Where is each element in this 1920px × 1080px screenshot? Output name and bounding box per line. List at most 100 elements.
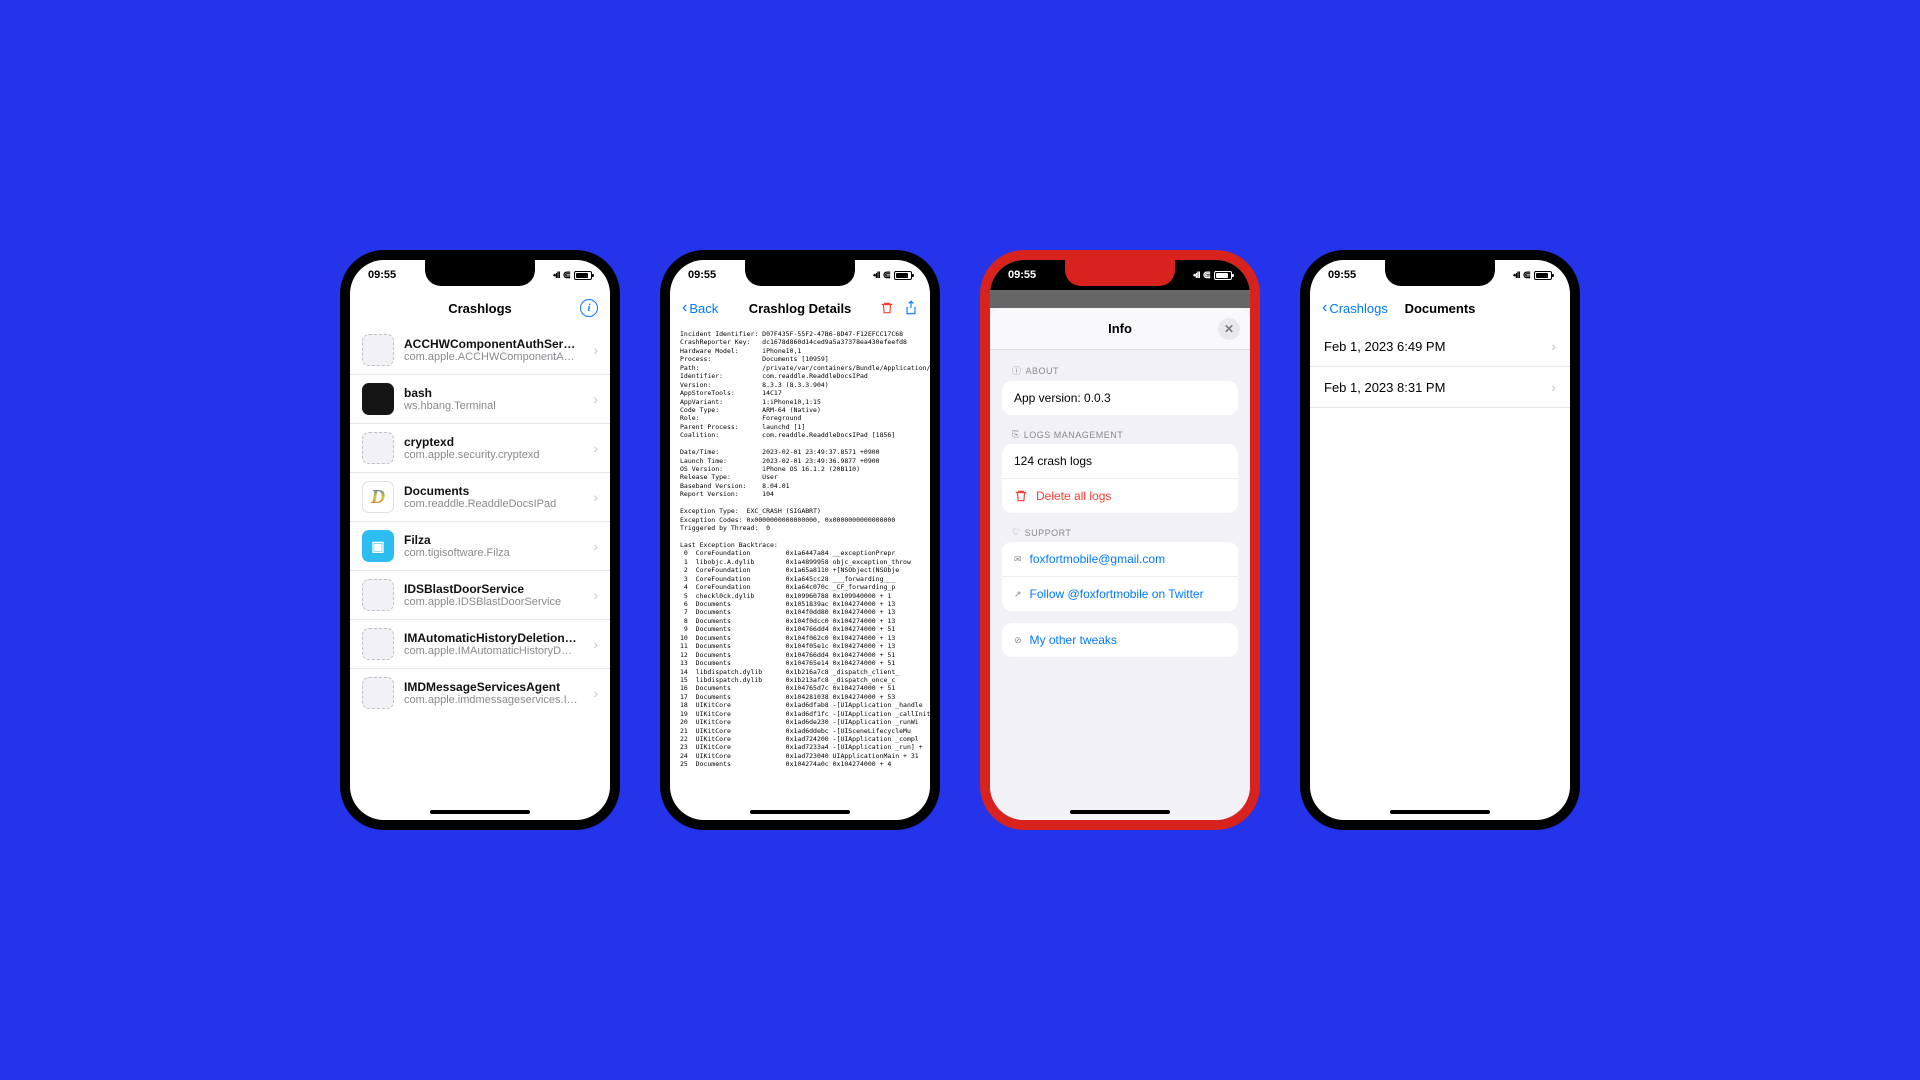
section-about: ⓘ ABOUT [990,350,1250,381]
status-time: 09:55 [1008,269,1058,281]
app-bundle-id: com.apple.IMAutomaticHistoryD… [404,645,583,657]
app-icon [362,579,394,611]
modal-title: Info [1108,321,1132,336]
app-version-row: App version: 0.0.3 [1002,381,1238,415]
back-button[interactable]: ‹ Crashlogs [1322,299,1382,317]
app-title: bash [404,386,583,400]
chevron-left-icon: ‹ [1322,299,1327,317]
delete-all-button[interactable]: Delete all logs [1002,479,1238,513]
app-row[interactable]: ▣ Filza com.tigisoftware.Filza › [350,522,610,571]
app-row[interactable]: ACCHWComponentAuthSer… com.apple.ACCHWCo… [350,326,610,375]
app-bundle-id: com.apple.ACCHWComponentA… [404,351,583,363]
email-text: foxfortmobile@gmail.com [1030,552,1166,566]
signal-icon: •ıll [553,270,560,280]
app-bundle-id: com.apple.imdmessageservices.I… [404,694,583,706]
filza-icon: ▣ [362,530,394,562]
support-icon: ♡ [1012,527,1021,538]
phone-2: 09:55 •ıll ⋐ ‹ Back Crashlog Details [660,250,940,830]
page-title: Crashlogs [448,301,512,316]
navbar: ‹ Crashlogs Documents [1310,290,1570,326]
status-time: 09:55 [368,269,418,281]
app-title: IDSBlastDoorService [404,582,583,596]
chevron-right-icon: › [593,636,598,652]
terminal-icon [362,383,394,415]
app-row[interactable]: IMAutomaticHistoryDeletion… com.apple.IM… [350,620,610,669]
chevron-right-icon: › [593,440,598,456]
info-icon: ⓘ [1012,364,1022,377]
twitter-row[interactable]: ↗ Follow @foxfortmobile on Twitter [1002,577,1238,611]
signal-icon: •ıll [1193,270,1200,280]
app-bundle-id: com.tigisoftware.Filza [404,547,583,559]
wifi-icon: ⋐ [883,270,891,281]
chevron-right-icon: › [1551,338,1556,354]
mail-icon: ✉ [1014,554,1022,565]
log-timestamp: Feb 1, 2023 6:49 PM [1324,339,1445,354]
battery-icon [894,271,912,280]
wifi-icon: ⋐ [563,270,571,281]
app-list: ACCHWComponentAuthSer… com.apple.ACCHWCo… [350,326,610,820]
trash-icon [1014,489,1028,503]
home-indicator[interactable] [1390,810,1490,814]
share-icon[interactable] [904,300,918,316]
chevron-left-icon: ‹ [682,299,687,317]
app-row[interactable]: bash ws.hbang.Terminal › [350,375,610,424]
document-icon: ⎘ [1012,429,1020,440]
email-row[interactable]: ✉ foxfortmobile@gmail.com [1002,542,1238,577]
signal-icon: •ıll [1513,270,1520,280]
chevron-right-icon: › [593,685,598,701]
section-label: LOGS MANAGEMENT [1024,430,1124,440]
section-logs: ⎘ LOGS MANAGEMENT [990,415,1250,444]
page-title: Documents [1405,301,1476,316]
share-arrow-icon: ↗ [1014,589,1022,600]
back-label: Back [689,301,718,316]
chevron-right-icon: › [593,489,598,505]
chevron-right-icon: › [593,538,598,554]
log-timestamp: Feb 1, 2023 8:31 PM [1324,380,1445,395]
app-icon [362,628,394,660]
home-indicator[interactable] [750,810,850,814]
back-button[interactable]: ‹ Back [682,299,742,317]
app-title: IMDMessageServicesAgent [404,680,583,694]
notch [1065,260,1175,286]
chevron-right-icon: › [593,587,598,603]
chevron-right-icon: › [1551,379,1556,395]
grid-icon: ⊘ [1014,635,1022,646]
modal-backdrop [990,290,1250,308]
crash-count-row: 124 crash logs [1002,444,1238,479]
app-bundle-id: com.apple.IDSBlastDoorService [404,596,583,608]
tweaks-text: My other tweaks [1030,633,1117,647]
close-button[interactable]: ✕ [1218,318,1240,340]
app-bundle-id: ws.hbang.Terminal [404,400,583,412]
app-icon [362,334,394,366]
info-icon[interactable]: i [580,299,598,317]
app-bundle-id: com.apple.security.cryptexd [404,449,583,461]
app-title: ACCHWComponentAuthSer… [404,337,583,351]
wifi-icon: ⋐ [1203,270,1211,281]
log-entry-row[interactable]: Feb 1, 2023 6:49 PM › [1310,326,1570,367]
app-row[interactable]: cryptexd com.apple.security.cryptexd › [350,424,610,473]
tweaks-row[interactable]: ⊘ My other tweaks [1002,623,1238,657]
section-label: ABOUT [1026,366,1060,376]
app-title: IMAutomaticHistoryDeletion… [404,631,583,645]
app-title: Documents [404,484,583,498]
log-entry-row[interactable]: Feb 1, 2023 8:31 PM › [1310,367,1570,408]
home-indicator[interactable] [430,810,530,814]
home-indicator[interactable] [1070,810,1170,814]
phone-1: 09:55 •ıll ⋐ Crashlogs i ACCHWComponentA… [340,250,620,830]
crashlog-text: Incident Identifier: D07F435F-55F2-47B6-… [670,326,930,820]
phone-3: 09:55 •ıll ⋐ Info ✕ ⓘ ABOUT App version [980,250,1260,830]
modal-header: Info ✕ [990,308,1250,350]
documents-icon: D [362,481,394,513]
battery-icon [1534,271,1552,280]
battery-icon [1214,271,1232,280]
app-icon [362,432,394,464]
battery-icon [574,271,592,280]
section-label: SUPPORT [1025,528,1072,538]
trash-icon[interactable] [880,301,894,315]
app-row[interactable]: IDSBlastDoorService com.apple.IDSBlastDo… [350,571,610,620]
twitter-text: Follow @foxfortmobile on Twitter [1030,587,1204,601]
app-row[interactable]: D Documents com.readdle.ReaddleDocsIPad … [350,473,610,522]
delete-label: Delete all logs [1036,489,1111,503]
app-row[interactable]: IMDMessageServicesAgent com.apple.imdmes… [350,669,610,717]
signal-icon: •ıll [873,270,880,280]
